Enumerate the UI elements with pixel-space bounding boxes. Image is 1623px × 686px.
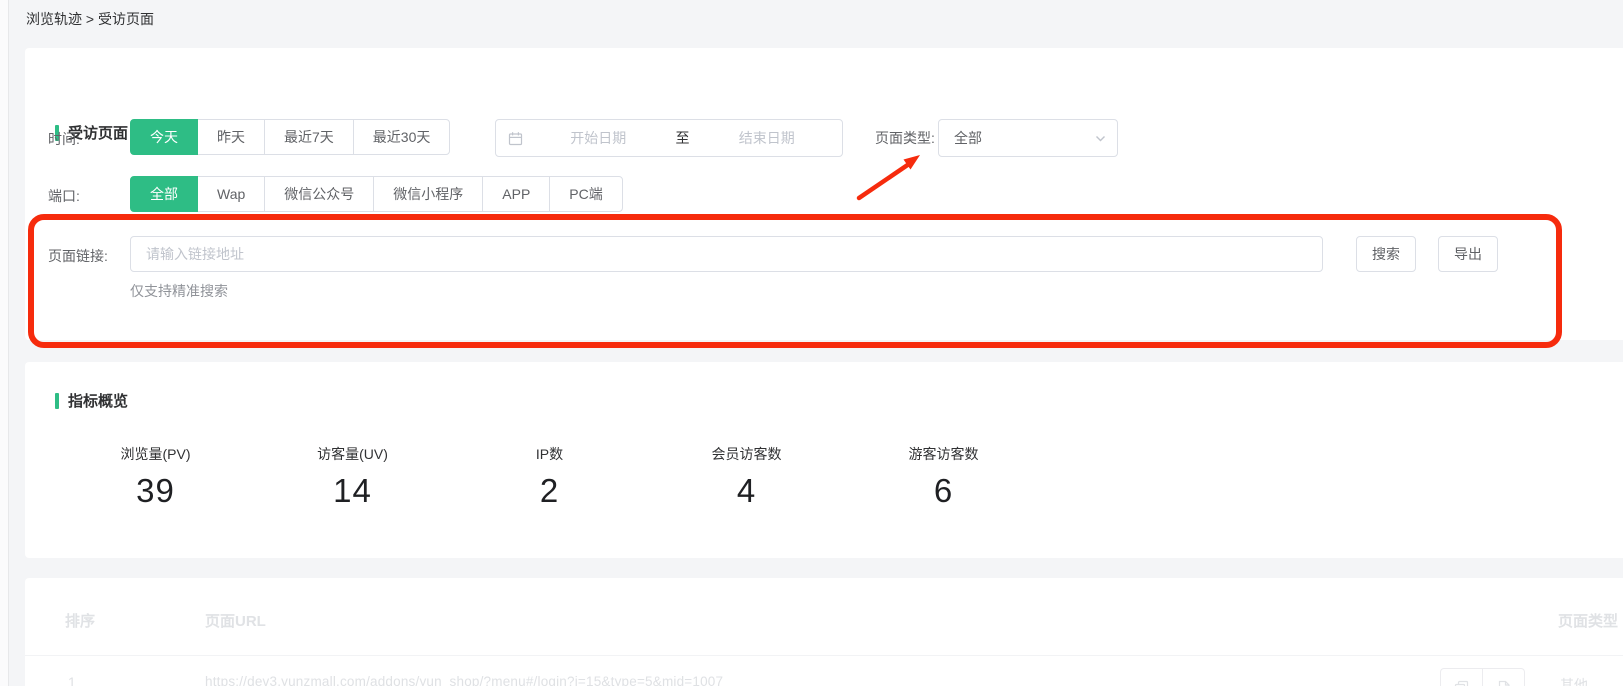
port-button-group: 全部 Wap 微信公众号 微信小程序 APP PC端 <box>130 176 623 212</box>
date-range-picker[interactable]: 开始日期 至 结束日期 <box>495 119 843 157</box>
stat-pv: 浏览量(PV) 39 <box>57 444 254 510</box>
table-divider <box>25 655 1623 656</box>
stat-value: 4 <box>648 472 845 510</box>
time-option-today[interactable]: 今天 <box>130 119 198 155</box>
time-option-yesterday[interactable]: 昨天 <box>197 119 265 155</box>
cell-url[interactable]: https://dev3.yunzmall.com/addons/yun_sho… <box>205 674 723 686</box>
stat-value: 6 <box>845 472 1042 510</box>
port-option-app[interactable]: APP <box>482 176 550 212</box>
end-date-placeholder[interactable]: 结束日期 <box>692 128 843 148</box>
page-type-label: 页面类型: <box>875 119 935 157</box>
port-option-pc[interactable]: PC端 <box>549 176 622 212</box>
time-button-group: 今天 昨天 最近7天 最近30天 <box>130 119 450 155</box>
time-label: 时间: <box>48 129 80 149</box>
column-header-url: 页面URL <box>205 610 266 631</box>
start-date-placeholder[interactable]: 开始日期 <box>523 128 674 148</box>
metrics-card-header: 指标概览 <box>55 390 128 411</box>
page-type-select[interactable]: 全部 <box>938 119 1118 157</box>
table-card: 排序 页面URL 页面类型 1 https://dev3.yunzmall.co… <box>25 578 1623 686</box>
stat-uv: 访客量(UV) 14 <box>254 444 451 510</box>
port-option-wechat-mini[interactable]: 微信小程序 <box>373 176 483 212</box>
port-option-wap[interactable]: Wap <box>197 176 265 212</box>
page-detail-button[interactable] <box>1482 668 1525 686</box>
search-button[interactable]: 搜索 <box>1356 236 1416 272</box>
section-accent-bar <box>55 393 59 409</box>
port-option-wechat-official[interactable]: 微信公众号 <box>264 176 374 212</box>
stat-label: 浏览量(PV) <box>57 444 254 464</box>
page-link-label: 页面链接: <box>48 246 108 266</box>
time-option-last7days[interactable]: 最近7天 <box>264 119 354 155</box>
document-icon <box>1497 680 1511 686</box>
date-range-separator: 至 <box>674 128 692 148</box>
column-header-rank: 排序 <box>65 610 95 631</box>
export-button[interactable]: 导出 <box>1438 236 1498 272</box>
cell-type: 其他 <box>1560 675 1588 686</box>
metrics-title: 指标概览 <box>68 390 128 411</box>
stat-value: 14 <box>254 472 451 510</box>
port-label: 端口: <box>48 186 80 206</box>
row-action-buttons <box>1440 668 1525 686</box>
breadcrumb: 浏览轨迹 > 受访页面 <box>26 9 154 29</box>
column-header-type: 页面类型 <box>1558 610 1618 631</box>
page-link-input[interactable] <box>130 236 1323 272</box>
stat-label: 访客量(UV) <box>254 444 451 464</box>
cell-rank: 1 <box>68 674 76 686</box>
chevron-down-icon <box>1094 132 1107 145</box>
sidebar-edge <box>0 0 9 686</box>
stat-member-visitors: 会员访客数 4 <box>648 444 845 510</box>
filter-card: 受访页面 (2021/04/02) 时间: 今天 昨天 最近7天 最近30天 开… <box>25 48 1623 340</box>
table-row: 1 https://dev3.yunzmall.com/addons/yun_s… <box>25 668 1623 686</box>
copy-icon <box>1454 680 1469 686</box>
stat-value: 39 <box>57 472 254 510</box>
stat-label: 会员访客数 <box>648 444 845 464</box>
table-header-row: 排序 页面URL 页面类型 <box>25 610 1623 646</box>
calendar-icon <box>508 131 523 146</box>
stat-value: 2 <box>451 472 648 510</box>
copy-link-button[interactable] <box>1440 668 1483 686</box>
stat-ip: IP数 2 <box>451 444 648 510</box>
time-option-last30days[interactable]: 最近30天 <box>353 119 451 155</box>
page-type-value: 全部 <box>954 128 1094 148</box>
stat-guest-visitors: 游客访客数 6 <box>845 444 1042 510</box>
metrics-card: 指标概览 浏览量(PV) 39 访客量(UV) 14 IP数 2 会员访客数 4… <box>25 362 1623 558</box>
port-option-all[interactable]: 全部 <box>130 176 198 212</box>
search-hint: 仅支持精准搜索 <box>130 281 228 301</box>
stat-label: IP数 <box>451 444 648 464</box>
stat-label: 游客访客数 <box>845 444 1042 464</box>
stats-row: 浏览量(PV) 39 访客量(UV) 14 IP数 2 会员访客数 4 游客访客… <box>57 444 1042 510</box>
